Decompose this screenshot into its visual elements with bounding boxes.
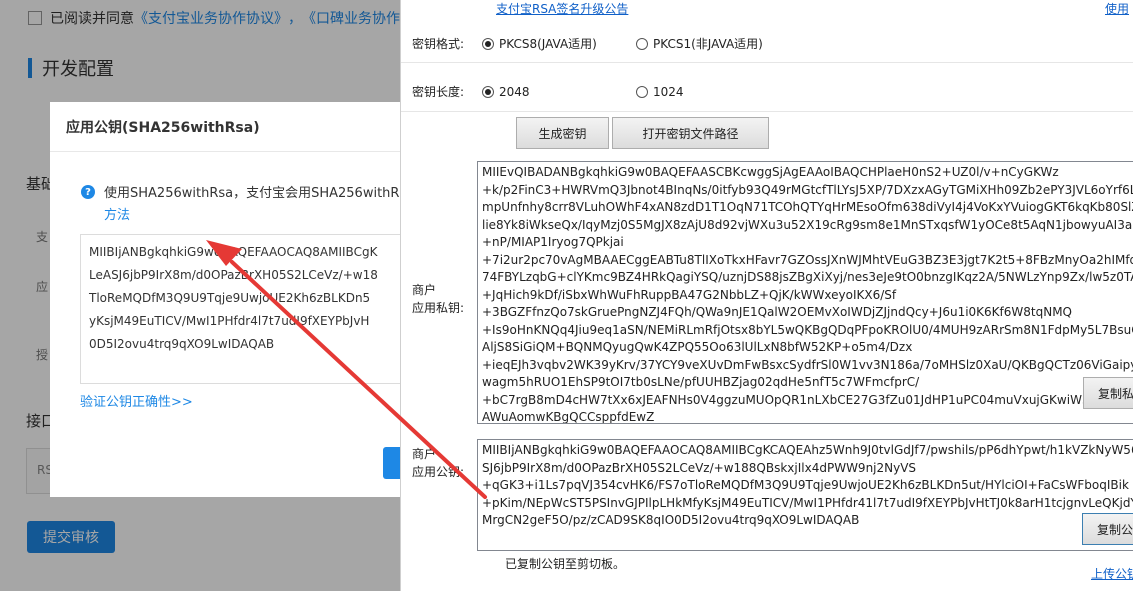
key-line: 74FBYLzqbG+clYKmc9BZ4HRkQagiYSQ/uznjDS88… [482,270,1133,284]
format-pkcs1-radio[interactable]: PKCS1(非JAVA适用) [636,35,763,52]
key-line: +JqHich9kDf/iSbxWhWuFhRuppBA47G2NbbLZ+Qj… [482,287,897,302]
public-key-modal: 应用公钥(SHA256withRsa) ? 使用SHA256withRsa，支付… [50,102,400,497]
private-key-label-2: 应用私钥: [412,301,465,315]
key-line: +pKim/NEpWcST5PSInvGJPIlpLHkMfyKsjM49EuT… [482,495,1133,510]
key-line: LeASJ6jbP9IrX8m/d0OPazBrXH05S2LCeVz/+w18 [89,268,378,282]
format-pkcs1-label: PKCS1(非JAVA适用) [653,37,763,51]
info-text: 使用SHA256withRsa，支付宝会用SHA256withR 方法 [104,183,400,227]
copy-public-key-button[interactable]: 复制公钥 [1082,513,1133,545]
length-2048-label: 2048 [499,85,530,99]
public-key-textarea[interactable]: MIIBIjANBgkqhkiG9w0BAQEFAAOCAQ8AMIIBCgK … [80,234,400,384]
key-line: TloReMQDfM3Q9U9Tqje9UwjoUE2Kh6zBLKDn5 [89,291,371,305]
private-key-textarea[interactable]: MIIEvQIBADANBgkqhkiG9w0BAQEFAASCBKcwggSj… [477,161,1133,424]
key-line: wagm5hRUO1EhSP9tOI7tb0sLNe/pfUUHBZjag02q… [482,375,920,389]
length-2048-radio[interactable]: 2048 [482,85,530,99]
key-line: mpUnfnhy8crr8VLuhOWhF4xAN8zdD1T1OqN71TCO… [482,200,1133,214]
key-line: 0D5I2ovu4trq9qXO9LwIDAQAB [89,337,275,351]
method-link[interactable]: 方法 [104,205,400,227]
rsa-announcement-link[interactable]: 支付宝RSA签名升级公告 [496,0,628,17]
key-line: +bC7rgB8mD4cHW7tXx6xJEAFNHs0V4ggzuMUOpQR… [482,392,1103,407]
copy-private-key-button[interactable]: 复制私钥 [1083,377,1133,409]
key-line: lie8Yk8iWkseQx/IqyMzj0S5MgJX8zAjU8d92vjW… [482,217,1133,232]
radio-unchecked-icon [636,37,648,50]
verify-public-key-link[interactable]: 验证公钥正确性>> [80,391,193,410]
key-line: +ieqEJh3vqbv2WK39yKrv/37YCY9veXUvDmFwBsx… [482,357,1133,372]
upload-public-key-link[interactable]: 上传公钥 [1091,565,1133,582]
key-line: +7i2ur2pc70vAgMBAAECggEABTu8TlIXoTkxHFav… [482,252,1133,267]
info-icon: ? [81,185,95,199]
generate-key-button[interactable]: 生成密钥 [516,117,609,149]
key-line: AljS8SiGiQM+BQNMQyugQwK4ZPQ55Oo63lUlLxN8… [482,340,913,354]
private-key-label-1: 商户 [412,283,437,297]
public-key-label-1: 商户 [412,447,437,461]
modal-confirm-button[interactable] [383,447,400,479]
status-text: 已复制公钥至剪切板。 [505,557,626,571]
key-line: SJ6jbP9IrX8m/d0OPazBrXH05S2LCeVz/+w188QB… [482,460,917,475]
radio-checked-icon [482,37,494,50]
radio-checked-icon [482,86,494,98]
divider [401,62,1133,63]
open-key-path-button[interactable]: 打开密钥文件路径 [612,117,769,149]
key-line: +qGK3+i1Ls7pqVJ354cvHK6/FS7oTloReMQDfM3Q… [482,478,1129,492]
modal-title: 应用公钥(SHA256withRsa) [50,102,400,152]
format-pkcs8-label: PKCS8(JAVA适用) [499,37,597,51]
key-line: MIIEvQIBADANBgkqhkiG9w0BAQEFAASCBKcwggSj… [482,165,1059,179]
key-format-label: 密钥格式: [412,37,465,51]
public-key-output-textarea[interactable]: MIIBIjANBgkqhkiG9w0BAQEFAAOCAQ8AMIIBCgKC… [477,439,1133,551]
length-1024-label: 1024 [653,85,684,99]
key-line: AWuAomwKBgQCCsppfdEwZ [482,410,655,424]
key-tool-window: 支付宝RSA签名升级公告 使用 密钥格式: PKCS8(JAVA适用) PKCS… [400,0,1133,591]
key-line: +3BGZFfnzQo7skGruePngNZJ4FQh/QWa9nJE1Qal… [482,305,1072,319]
format-pkcs8-radio[interactable]: PKCS8(JAVA适用) [482,35,597,52]
key-line: +k/p2FinC3+HWRVmQ3Jbnot4BInqNs/0itfyb93Q… [482,182,1133,197]
length-1024-radio[interactable]: 1024 [636,85,684,99]
radio-unchecked-icon [636,86,648,98]
usage-link[interactable]: 使用 [1105,0,1129,17]
key-line: +Is9oHnKNQq4Jiu9eq1aSN/NEMiRLmRfjOtsx8bY… [482,322,1133,337]
public-key-label-2: 应用公钥: [412,465,465,479]
divider [401,111,1133,112]
key-line: +nP/MIAP1Iryog7QPkjai [482,235,624,249]
key-line: MIIBIjANBgkqhkiG9w0BAQEFAAOCAQ8AMIIBCgKC… [482,443,1133,457]
key-line: yKsjM49EuTICV/MwI1PHfdr4l7t7udI9fXEYPbJv… [89,314,370,328]
info-line: 使用SHA256withRsa，支付宝会用SHA256withR [104,186,400,201]
key-length-label: 密钥长度: [412,85,465,99]
key-line: MIIBIjANBgkqhkiG9w0BAQEFAAOCAQ8AMIIBCgK [89,245,378,259]
key-line: MrgCN2geF5O/pz/zCAD9SK8qIO0D5I2ovu4trq9q… [482,513,860,527]
